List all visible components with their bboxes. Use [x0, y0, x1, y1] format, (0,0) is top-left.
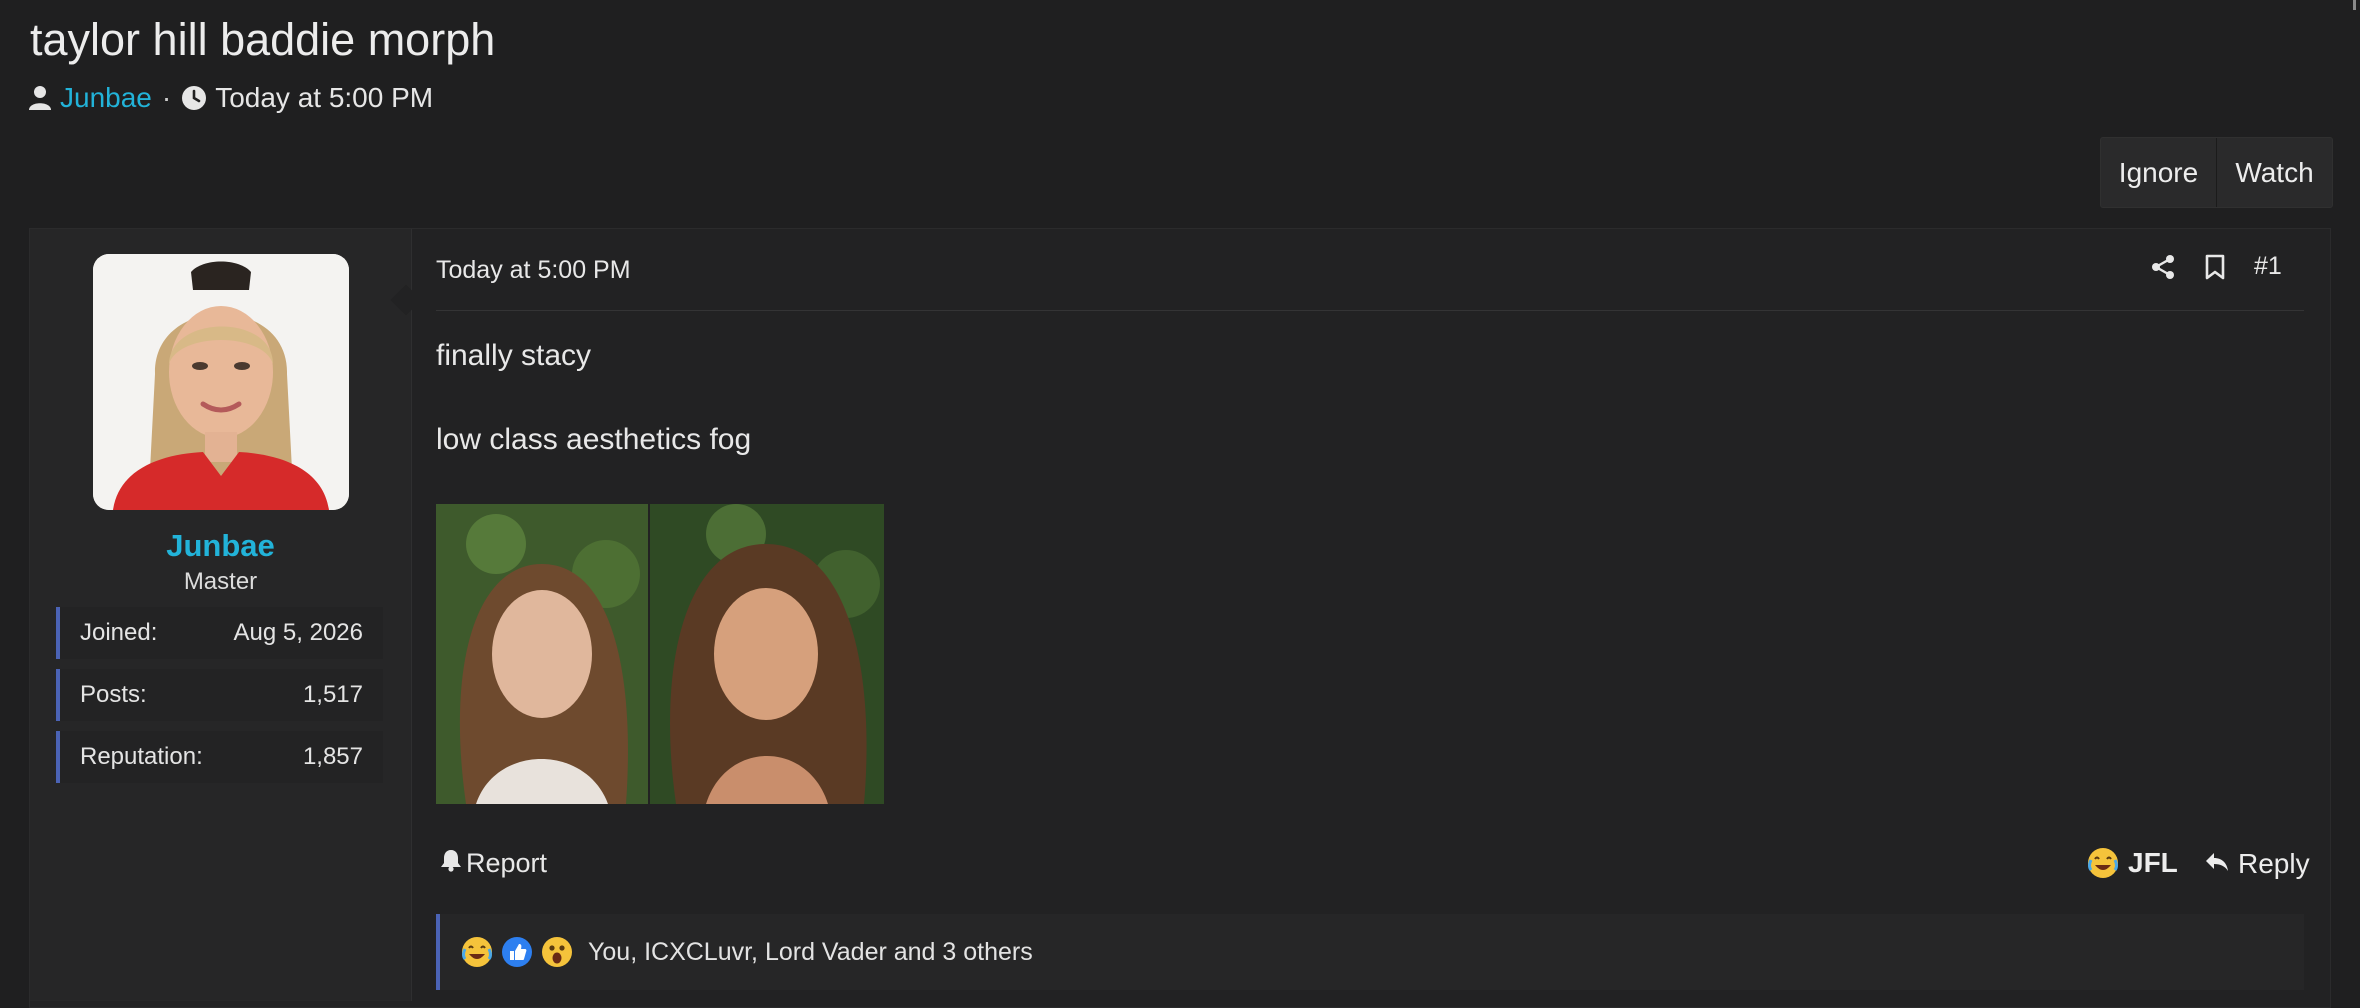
post-date[interactable]: Today at 5:00 PM: [436, 256, 631, 285]
reactions-bar[interactable]: You, ICXCLuvr, Lord Vader and 3 others: [436, 914, 2304, 990]
thread-action-group: Ignore Watch: [2100, 137, 2333, 208]
user-title: Master: [183, 568, 258, 595]
bookmark-icon[interactable]: [2204, 254, 2226, 280]
post-number-link[interactable]: #1: [2254, 252, 2282, 281]
share-icon[interactable]: [2150, 254, 2176, 280]
post-header-divider: [436, 310, 2304, 311]
user-icon: [28, 85, 52, 111]
thread-author-link[interactable]: Junbae: [60, 82, 152, 114]
shocked-emoji-icon: [540, 935, 574, 969]
stat-reputation: Reputation: 1,857: [56, 731, 383, 783]
stat-posts: Posts: 1,517: [56, 669, 383, 721]
post-tools: #1: [2150, 252, 2282, 281]
laughing-crying-emoji-icon: [2086, 846, 2120, 880]
post-attachment-image[interactable]: [436, 504, 884, 804]
stat-value: 1,517: [302, 681, 363, 708]
jfl-label: JFL: [2128, 847, 2178, 878]
scrollbar-thumb[interactable]: [2353, 0, 2356, 10]
stat-value: Aug 5, 2026: [233, 619, 363, 646]
bell-icon: [440, 848, 462, 879]
stat-label: Reputation:: [80, 743, 203, 770]
post-username[interactable]: Junbae: [30, 528, 411, 564]
stat-label: Joined:: [80, 619, 158, 646]
clock-icon: [181, 85, 207, 111]
report-button[interactable]: Report: [440, 848, 547, 879]
reply-label: Reply: [2238, 848, 2310, 879]
thread-title: taylor hill baddie morph: [30, 14, 496, 65]
stat-joined: Joined: Aug 5, 2026: [56, 607, 383, 659]
avatar[interactable]: [93, 254, 349, 510]
thread-meta: Junbae · Today at 5:00 PM: [28, 82, 433, 114]
post-body-line: finally stacy: [436, 339, 592, 372]
stat-value: 1,857: [302, 743, 363, 770]
thumbs-up-icon: [500, 935, 534, 969]
meta-separator: ·: [161, 82, 172, 113]
reply-button[interactable]: Reply: [2204, 848, 2310, 880]
jfl-reaction-button[interactable]: JFL: [2086, 846, 2178, 880]
thread-date[interactable]: Today at 5:00 PM: [215, 82, 433, 114]
reply-arrow-icon: [2204, 848, 2230, 880]
reactions-list[interactable]: You, ICXCLuvr, Lord Vader and 3 others: [588, 938, 1033, 967]
report-label: Report: [466, 848, 548, 878]
post-body-line: low class aesthetics fog: [436, 423, 752, 456]
laughing-crying-emoji-icon: [460, 935, 494, 969]
stat-label: Posts:: [80, 681, 147, 708]
watch-button[interactable]: Watch: [2216, 138, 2332, 207]
ignore-button[interactable]: Ignore: [2101, 138, 2216, 207]
